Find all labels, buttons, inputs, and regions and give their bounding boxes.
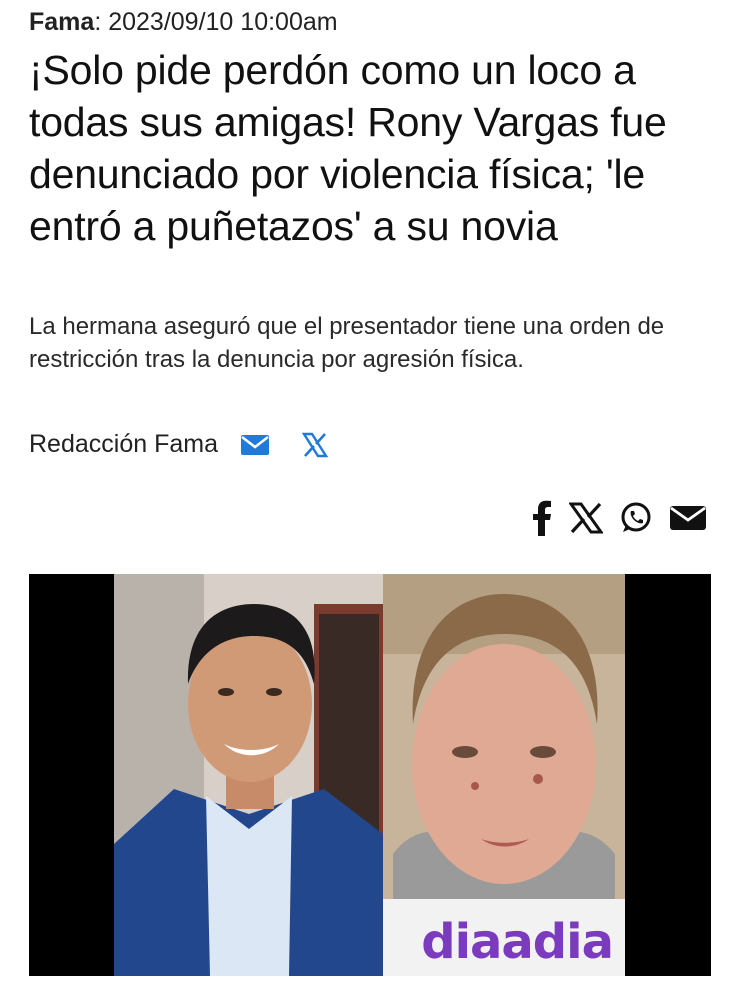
- article-summary: La hermana aseguró que el presentador ti…: [29, 313, 665, 373]
- publish-datetime: 2023/09/10 10:00am: [108, 8, 338, 36]
- watermark-logo: diaadia: [421, 914, 614, 970]
- man-portrait-photo: [114, 574, 383, 976]
- byline: Redacción Fama: [29, 430, 329, 459]
- share-bar: [531, 500, 707, 536]
- section-label[interactable]: Fama: [29, 8, 94, 36]
- article-image: diaadia: [29, 574, 711, 976]
- article-meta: Fama: 2023/09/10 10:00am: [29, 8, 338, 37]
- facebook-icon[interactable]: [531, 500, 553, 536]
- author-name[interactable]: Redacción Fama: [29, 430, 218, 459]
- woman-portrait-photo: diaadia: [383, 574, 625, 976]
- mail-icon[interactable]: [669, 504, 707, 532]
- article-headline: ¡Solo pide perdón como un loco a todas s…: [29, 47, 667, 249]
- whatsapp-icon[interactable]: [619, 501, 653, 535]
- x-icon[interactable]: [568, 502, 604, 534]
- meta-separator: :: [94, 8, 102, 36]
- mail-icon[interactable]: [240, 433, 270, 457]
- x-icon[interactable]: [301, 432, 329, 458]
